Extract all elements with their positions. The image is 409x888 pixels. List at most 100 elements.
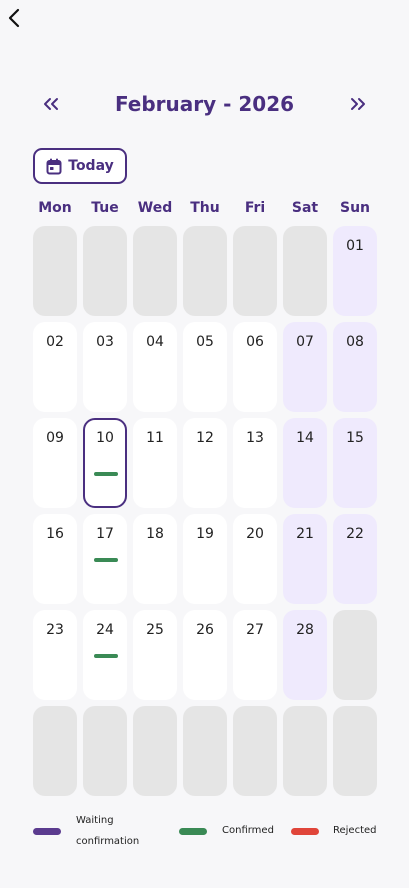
empty-day-cell bbox=[283, 706, 327, 796]
legend-label-waiting-line2: confirmation bbox=[76, 836, 140, 847]
previous-month-button[interactable] bbox=[38, 90, 64, 118]
legend-label-confirmed: Confirmed bbox=[222, 825, 274, 836]
legend-swatch-confirmed bbox=[179, 828, 207, 835]
weekday-label: Sat bbox=[291, 200, 319, 216]
day-number: 28 bbox=[296, 622, 314, 638]
empty-day-cell bbox=[33, 226, 77, 316]
legend-swatch-waiting bbox=[33, 828, 61, 835]
empty-day-cell bbox=[33, 706, 77, 796]
weekday-label: Mon bbox=[38, 200, 72, 216]
day-cell[interactable]: 22 bbox=[333, 514, 377, 604]
day-cell[interactable]: 28 bbox=[283, 610, 327, 700]
day-number: 27 bbox=[246, 622, 264, 638]
empty-day-cell bbox=[233, 226, 277, 316]
day-cell[interactable]: 23 bbox=[33, 610, 77, 700]
today-button[interactable]: Today bbox=[33, 148, 127, 184]
chevron-left-icon bbox=[8, 8, 20, 28]
day-cell[interactable]: 05 bbox=[183, 322, 227, 412]
day-number: 13 bbox=[246, 430, 264, 446]
legend-label-rejected: Rejected bbox=[333, 825, 377, 836]
day-number: 17 bbox=[96, 526, 114, 542]
legend-swatch-rejected bbox=[291, 828, 319, 835]
day-number: 05 bbox=[196, 334, 214, 350]
day-cell[interactable]: 07 bbox=[283, 322, 327, 412]
next-month-button[interactable] bbox=[345, 90, 371, 118]
day-number: 22 bbox=[346, 526, 364, 542]
day-cell[interactable]: 17 bbox=[83, 514, 127, 604]
day-cell[interactable]: 26 bbox=[183, 610, 227, 700]
day-cell[interactable]: 09 bbox=[33, 418, 77, 508]
chevrons-right-icon bbox=[351, 98, 365, 110]
weekday-label: Sun bbox=[339, 200, 371, 216]
day-number: 12 bbox=[196, 430, 214, 446]
day-number: 09 bbox=[46, 430, 64, 446]
day-cell[interactable]: 15 bbox=[333, 418, 377, 508]
empty-day-cell bbox=[233, 706, 277, 796]
day-cell[interactable]: 02 bbox=[33, 322, 77, 412]
day-number: 04 bbox=[146, 334, 164, 350]
day-number: 06 bbox=[246, 334, 264, 350]
day-cell[interactable]: 16 bbox=[33, 514, 77, 604]
day-cell[interactable]: 12 bbox=[183, 418, 227, 508]
empty-day-cell bbox=[183, 706, 227, 796]
day-cell[interactable]: 18 bbox=[133, 514, 177, 604]
day-number: 03 bbox=[96, 334, 114, 350]
empty-day-cell bbox=[283, 226, 327, 316]
event-indicator-confirmed bbox=[94, 558, 118, 562]
day-cell[interactable]: 03 bbox=[83, 322, 127, 412]
day-cell[interactable]: 25 bbox=[133, 610, 177, 700]
day-number: 14 bbox=[296, 430, 314, 446]
day-number: 18 bbox=[146, 526, 164, 542]
event-indicator-confirmed bbox=[94, 654, 118, 658]
calendar-header: February - 2026 bbox=[0, 88, 409, 122]
day-number: 23 bbox=[46, 622, 64, 638]
chevrons-left-icon bbox=[44, 98, 58, 110]
legend: Waiting confirmation Confirmed Rejected bbox=[0, 812, 409, 856]
weekday-label: Wed bbox=[137, 200, 173, 216]
day-cell[interactable]: 06 bbox=[233, 322, 277, 412]
calendar-grid: 01 02 03 04 05 06 07 08 09 10 11 12 13 14 15 16 17 18 19 20… bbox=[33, 226, 378, 796]
day-number: 19 bbox=[196, 526, 214, 542]
day-cell[interactable]: 08 bbox=[333, 322, 377, 412]
empty-day-cell bbox=[333, 706, 377, 796]
calendar-icon bbox=[46, 158, 62, 174]
day-number: 15 bbox=[346, 430, 364, 446]
day-cell[interactable]: 19 bbox=[183, 514, 227, 604]
empty-day-cell bbox=[83, 226, 127, 316]
day-cell[interactable]: 27 bbox=[233, 610, 277, 700]
empty-day-cell bbox=[133, 706, 177, 796]
empty-day-cell bbox=[333, 610, 377, 700]
empty-day-cell bbox=[83, 706, 127, 796]
day-number: 01 bbox=[346, 238, 364, 254]
day-cell[interactable]: 21 bbox=[283, 514, 327, 604]
event-indicator-confirmed bbox=[94, 472, 118, 476]
day-number: 11 bbox=[146, 430, 164, 446]
empty-day-cell bbox=[133, 226, 177, 316]
month-title: February - 2026 bbox=[114, 92, 295, 116]
day-cell[interactable]: 14 bbox=[283, 418, 327, 508]
day-number: 25 bbox=[146, 622, 164, 638]
day-number: 26 bbox=[196, 622, 214, 638]
day-cell-today[interactable]: 10 bbox=[83, 418, 127, 508]
day-cell[interactable]: 11 bbox=[133, 418, 177, 508]
day-number: 02 bbox=[46, 334, 64, 350]
weekday-label: Thu bbox=[190, 200, 220, 216]
back-button[interactable] bbox=[4, 6, 24, 30]
legend-label-waiting: Waiting bbox=[76, 815, 114, 826]
weekday-label: Fri bbox=[244, 200, 266, 216]
day-number: 21 bbox=[296, 526, 314, 542]
day-cell[interactable]: 04 bbox=[133, 322, 177, 412]
day-number: 08 bbox=[346, 334, 364, 350]
day-number: 20 bbox=[246, 526, 264, 542]
day-cell[interactable]: 24 bbox=[83, 610, 127, 700]
empty-day-cell bbox=[183, 226, 227, 316]
weekday-label: Tue bbox=[91, 200, 119, 216]
day-number: 16 bbox=[46, 526, 64, 542]
weekday-header: Mon Tue Wed Thu Fri Sat Sun bbox=[30, 200, 380, 220]
day-cell[interactable]: 01 bbox=[333, 226, 377, 316]
today-button-label: Today bbox=[68, 158, 114, 174]
day-cell[interactable]: 13 bbox=[233, 418, 277, 508]
day-number: 24 bbox=[96, 622, 114, 638]
day-cell[interactable]: 20 bbox=[233, 514, 277, 604]
day-number: 10 bbox=[96, 430, 114, 446]
